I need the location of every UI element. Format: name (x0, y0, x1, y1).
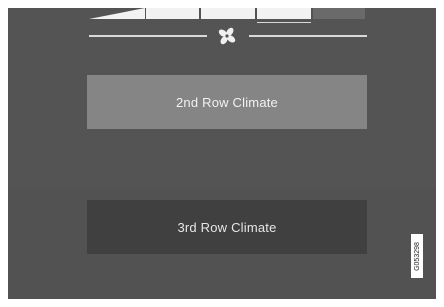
fan-level-indicator (257, 22, 311, 23)
fan-icon (218, 27, 236, 45)
second-row-climate-label: 2nd Row Climate (176, 94, 278, 110)
fan-level-2[interactable] (201, 8, 255, 19)
fan-level-4[interactable] (313, 8, 365, 19)
fan-ramp (89, 8, 145, 19)
fan-speed-bar[interactable] (89, 8, 365, 23)
third-row-climate-button[interactable]: 3rd Row Climate (87, 200, 367, 254)
reference-code-text: G053298 (413, 241, 421, 271)
second-row-climate-button[interactable]: 2nd Row Climate (87, 75, 367, 129)
fan-divider-left (89, 35, 207, 37)
fan-level-1[interactable] (146, 8, 199, 19)
fan-level-3[interactable] (257, 8, 311, 19)
climate-screen: 2nd Row Climate 3rd Row Climate G053298 (8, 8, 436, 299)
third-row-climate-label: 3rd Row Climate (177, 219, 277, 235)
fan-divider-right (249, 35, 367, 37)
figure-reference-code: G053298 (411, 234, 423, 278)
